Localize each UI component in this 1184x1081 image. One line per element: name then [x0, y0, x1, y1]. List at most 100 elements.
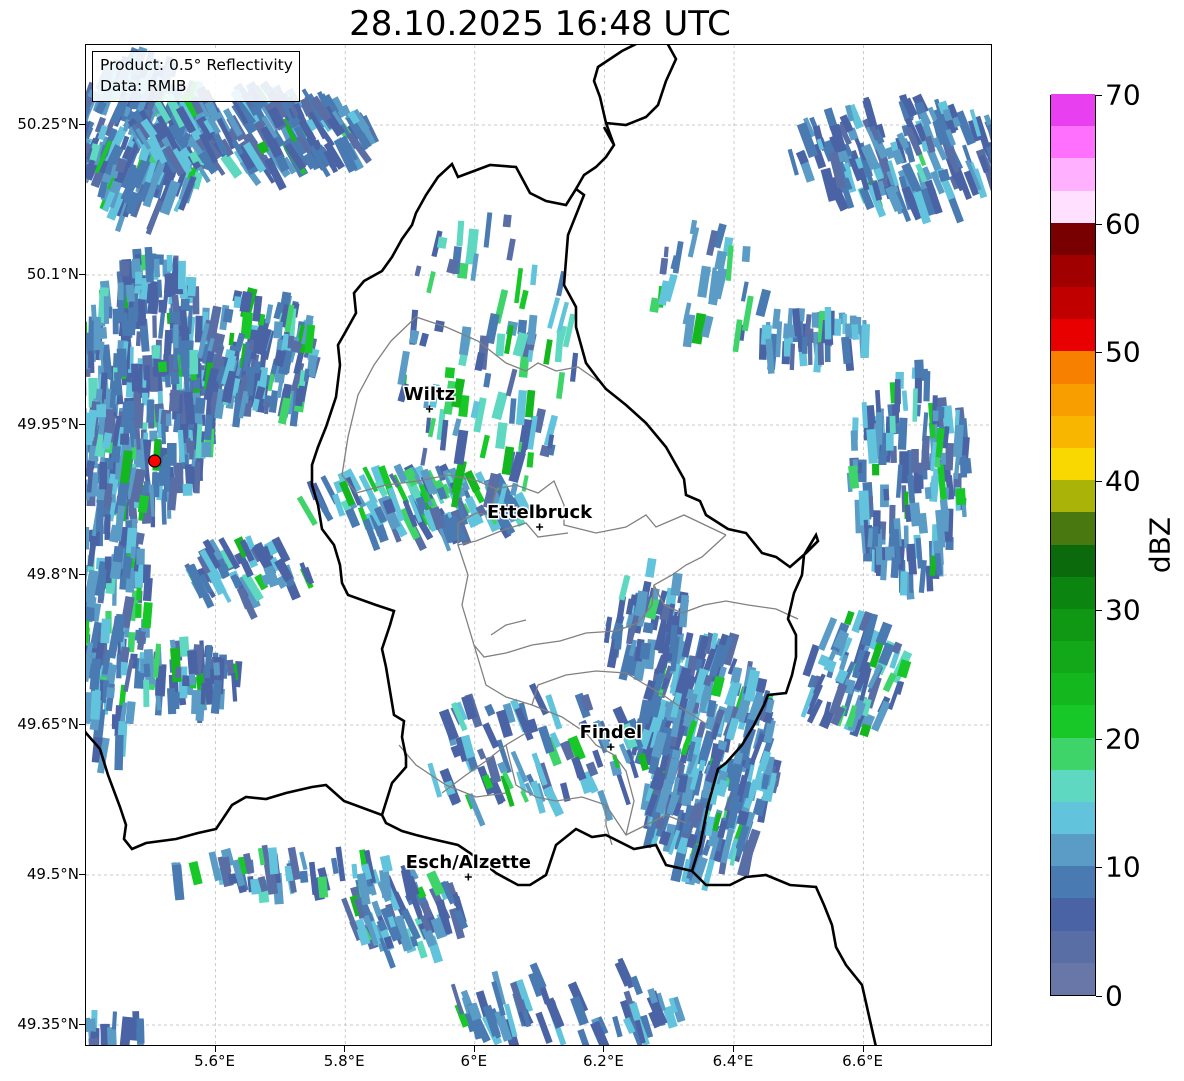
radar-echo-pixel — [100, 618, 111, 644]
radar-echo-pixel — [188, 861, 203, 886]
colorbar-tick-label: 40 — [1105, 464, 1141, 498]
radar-echo-pixel — [834, 318, 842, 336]
radar-echo-pixel — [597, 789, 614, 822]
colorbar-tick-label: 0 — [1105, 979, 1123, 1013]
radar-echo-pixel — [603, 616, 613, 644]
radar-echo-pixel — [505, 368, 518, 397]
radar-echo-pixel — [168, 389, 181, 412]
radar-echo-pixel — [917, 462, 923, 475]
radar-echo-pixel — [187, 650, 199, 675]
y-tick-mark — [79, 874, 85, 875]
radar-echo-pixel — [939, 509, 950, 532]
radar-echo-pixel — [937, 168, 951, 183]
y-tick-mark — [79, 274, 85, 275]
radar-echo-pixel — [872, 463, 880, 476]
colorbar-segment — [1051, 254, 1095, 288]
radar-echo-pixel — [194, 397, 206, 415]
y-tick-label: 49.35°N — [17, 1015, 79, 1033]
radar-echo-pixel — [151, 344, 161, 359]
radar-echo-pixel — [850, 430, 858, 451]
radar-echo-pixel — [941, 452, 946, 465]
radar-echo-pixel — [182, 483, 193, 496]
colorbar-segment — [1051, 350, 1095, 384]
radar-echo-pixel — [182, 675, 191, 687]
colorbar-segment — [1051, 704, 1095, 738]
radar-echo-pixel — [484, 703, 496, 717]
radar-echo-pixel — [909, 502, 922, 527]
radar-echo-pixel — [299, 851, 308, 871]
y-tick-label: 49.8°N — [26, 565, 79, 583]
radar-echo-pixel — [172, 864, 185, 901]
colorbar-segment — [1051, 608, 1095, 642]
colorbar-segment — [1051, 640, 1095, 674]
radar-map[interactable]: Wiltz Ettelbruck Findel Esch/Alzette — [85, 44, 992, 1046]
radar-echo-pixel — [554, 330, 564, 363]
colorbar-segment — [1051, 962, 1095, 995]
x-tick-label: 6°E — [460, 1052, 488, 1070]
radar-echo-pixel — [467, 792, 486, 827]
radar-echo-pixel — [741, 246, 751, 263]
radar-echo-pixel — [782, 323, 790, 339]
radar-echo-pixel — [495, 333, 506, 357]
radar-echo-pixel — [420, 447, 428, 466]
radar-echo-pixel — [187, 276, 197, 297]
radar-echo-pixel — [96, 404, 107, 418]
x-tick-label: 6.2°E — [582, 1052, 624, 1070]
x-tick-label: 5.6°E — [194, 1052, 236, 1070]
city-label: Findel — [580, 722, 643, 743]
colorbar-segment — [1051, 897, 1095, 931]
product-info-box: Product: 0.5° Reflectivity Data: RMIB — [92, 51, 300, 102]
colorbar-segment — [1051, 190, 1095, 223]
radar-echo-pixel — [299, 870, 309, 883]
radar-echo-pixel — [659, 257, 669, 275]
colorbar-segment — [1051, 157, 1095, 191]
radar-echo-pixel — [506, 238, 516, 261]
radar-echo-pixel — [141, 601, 153, 629]
radar-echo-pixel — [526, 452, 534, 468]
colorbar-tick-mark — [1096, 481, 1102, 483]
radar-echo-pixel — [173, 324, 179, 348]
radar-echo-pixel — [103, 296, 110, 324]
colorbar — [1050, 93, 1096, 996]
radar-echo-pixel — [861, 467, 867, 478]
radar-echo-pixel — [444, 367, 455, 379]
radar-echo-pixel — [264, 304, 274, 324]
radar-echo-pixel — [164, 374, 171, 388]
radar-echo-pixel — [924, 487, 932, 500]
radar-echo-pixel — [166, 254, 173, 272]
radar-echo-pixel — [618, 574, 631, 601]
radar-site-marker — [148, 454, 162, 468]
radar-echo-pixel — [88, 1038, 100, 1045]
radar-echo-pixel — [590, 1020, 610, 1045]
colorbar-tick-label: 10 — [1105, 850, 1141, 884]
radar-echo-pixel — [397, 350, 410, 386]
radar-echo-pixel — [649, 297, 661, 313]
radar-echo-pixel — [577, 1028, 591, 1045]
radar-echo-pixel — [509, 482, 519, 496]
radar-echo-pixel — [114, 734, 124, 771]
colorbar-tick-label: 70 — [1105, 78, 1141, 112]
radar-echo-pixel — [482, 722, 500, 749]
radar-echo-pixel — [166, 442, 177, 466]
city-marker — [536, 523, 544, 531]
radar-echo-pixel — [104, 514, 111, 540]
radar-echo-pixel — [639, 642, 651, 660]
radar-echo-pixel — [135, 271, 143, 285]
radar-echo-pixel — [755, 288, 771, 318]
radar-echo-pixel — [419, 332, 429, 347]
radar-map-canvas: Wiltz Ettelbruck Findel Esch/Alzette — [86, 45, 991, 1045]
radar-echo-pixel — [112, 308, 119, 335]
y-tick-label: 49.5°N — [26, 865, 79, 883]
radar-echo-pixel — [125, 282, 136, 302]
x-tick-label: 6.4°E — [712, 1052, 754, 1070]
radar-echo-pixel — [504, 324, 514, 355]
y-tick-mark — [79, 124, 85, 125]
radar-echo-pixel — [143, 663, 151, 678]
radar-echo-pixel — [173, 462, 184, 494]
colorbar-segment — [1051, 383, 1095, 416]
radar-echo-pixel — [157, 361, 168, 373]
colorbar-tick-mark — [1096, 609, 1102, 611]
product-label: Product: 0.5° Reflectivity — [100, 56, 293, 74]
radar-echo-pixel — [184, 463, 195, 484]
colorbar-segment — [1051, 93, 1095, 127]
